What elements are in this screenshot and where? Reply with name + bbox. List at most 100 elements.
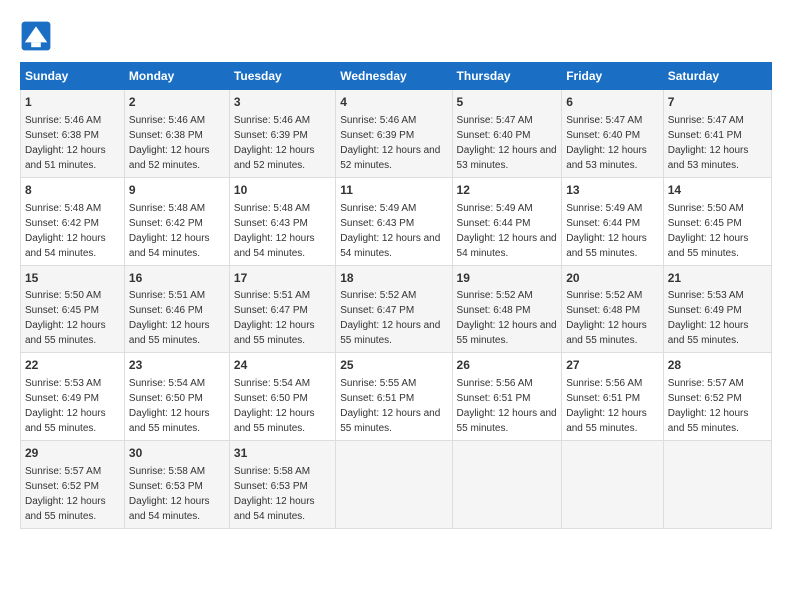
sunrise-text: Sunrise: 5:48 AM (129, 203, 205, 214)
calendar-cell: 8 Sunrise: 5:48 AM Sunset: 6:42 PM Daylight… (21, 177, 125, 265)
day-number: 11 (340, 182, 447, 199)
sunrise-text: Sunrise: 5:52 AM (457, 290, 533, 301)
day-number: 5 (457, 94, 558, 111)
day-number: 23 (129, 357, 225, 374)
sunrise-text: Sunrise: 5:54 AM (129, 378, 205, 389)
calendar-cell: 11Sunrise: 5:49 AMSunset: 6:43 PMDayligh… (336, 177, 452, 265)
calendar-cell (562, 441, 664, 529)
sunrise-text: Sunrise: 5:48 AM (25, 203, 101, 214)
daylight-text: Daylight: 12 hours and 53 minutes. (566, 145, 647, 171)
calendar-cell: 10Sunrise: 5:48 AMSunset: 6:43 PMDayligh… (229, 177, 335, 265)
sunset-text: Sunset: 6:42 PM (25, 218, 99, 229)
daylight-text: Daylight: 12 hours and 54 minutes. (457, 233, 557, 259)
calendar-cell: 13Sunrise: 5:49 AMSunset: 6:44 PMDayligh… (562, 177, 664, 265)
day-number: 19 (457, 270, 558, 287)
sunrise-text: Sunrise: 5:56 AM (566, 378, 642, 389)
sunrise-text: Sunrise: 5:58 AM (129, 466, 205, 477)
sunset-text: Sunset: 6:50 PM (129, 393, 203, 404)
sunset-text: Sunset: 6:39 PM (234, 130, 308, 141)
sunrise-text: Sunrise: 5:55 AM (340, 378, 416, 389)
sunset-text: Sunset: 6:44 PM (566, 218, 640, 229)
day-number: 21 (668, 270, 767, 287)
sunset-text: Sunset: 6:47 PM (340, 305, 414, 316)
day-number: 24 (234, 357, 331, 374)
sunrise-text: Sunrise: 5:46 AM (25, 115, 101, 126)
sunrise-text: Sunrise: 5:53 AM (668, 290, 744, 301)
calendar-cell: 7Sunrise: 5:47 AMSunset: 6:41 PMDaylight… (663, 90, 771, 178)
day-number: 2 (129, 94, 225, 111)
sunrise-text: Sunrise: 5:51 AM (234, 290, 310, 301)
daylight-text: Daylight: 12 hours and 54 minutes. (234, 233, 315, 259)
calendar-week-row: 15Sunrise: 5:50 AMSunset: 6:45 PMDayligh… (21, 265, 772, 353)
calendar-cell: 4Sunrise: 5:46 AMSunset: 6:39 PMDaylight… (336, 90, 452, 178)
sunrise-text: Sunrise: 5:50 AM (25, 290, 101, 301)
sunset-text: Sunset: 6:38 PM (25, 130, 99, 141)
calendar-cell (452, 441, 562, 529)
daylight-text: Daylight: 12 hours and 55 minutes. (566, 233, 647, 259)
day-number: 20 (566, 270, 659, 287)
calendar-cell: 9Sunrise: 5:48 AMSunset: 6:42 PMDaylight… (124, 177, 229, 265)
sunset-text: Sunset: 6:43 PM (340, 218, 414, 229)
daylight-text: Daylight: 12 hours and 55 minutes. (340, 408, 440, 434)
sunrise-text: Sunrise: 5:47 AM (457, 115, 533, 126)
calendar-week-row: 29Sunrise: 5:57 AMSunset: 6:52 PMDayligh… (21, 441, 772, 529)
sunset-text: Sunset: 6:49 PM (668, 305, 742, 316)
day-number: 10 (234, 182, 331, 199)
daylight-text: Daylight: 12 hours and 54 minutes. (25, 233, 106, 259)
sunrise-text: Sunrise: 5:52 AM (566, 290, 642, 301)
sunset-text: Sunset: 6:40 PM (566, 130, 640, 141)
daylight-text: Daylight: 12 hours and 55 minutes. (566, 408, 647, 434)
day-number: 14 (668, 182, 767, 199)
daylight-text: Daylight: 12 hours and 53 minutes. (668, 145, 749, 171)
day-number: 8 (25, 182, 120, 199)
calendar-cell: 12Sunrise: 5:49 AMSunset: 6:44 PMDayligh… (452, 177, 562, 265)
sunset-text: Sunset: 6:39 PM (340, 130, 414, 141)
day-number: 22 (25, 357, 120, 374)
calendar-cell: 2Sunrise: 5:46 AMSunset: 6:38 PMDaylight… (124, 90, 229, 178)
day-number: 3 (234, 94, 331, 111)
day-number: 26 (457, 357, 558, 374)
calendar-cell: 5Sunrise: 5:47 AMSunset: 6:40 PMDaylight… (452, 90, 562, 178)
daylight-text: Daylight: 12 hours and 55 minutes. (25, 408, 106, 434)
day-number: 29 (25, 445, 120, 462)
daylight-text: Daylight: 12 hours and 54 minutes. (129, 496, 210, 522)
sunset-text: Sunset: 6:48 PM (457, 305, 531, 316)
sunset-text: Sunset: 6:47 PM (234, 305, 308, 316)
calendar-cell: 16Sunrise: 5:51 AMSunset: 6:46 PMDayligh… (124, 265, 229, 353)
day-number: 13 (566, 182, 659, 199)
sunset-text: Sunset: 6:51 PM (340, 393, 414, 404)
daylight-text: Daylight: 12 hours and 55 minutes. (668, 320, 749, 346)
sunrise-text: Sunrise: 5:58 AM (234, 466, 310, 477)
daylight-text: Daylight: 12 hours and 52 minutes. (340, 145, 440, 171)
weekday-header: Monday (124, 63, 229, 90)
day-number: 17 (234, 270, 331, 287)
sunset-text: Sunset: 6:51 PM (566, 393, 640, 404)
sunrise-text: Sunrise: 5:53 AM (25, 378, 101, 389)
day-number: 16 (129, 270, 225, 287)
daylight-text: Daylight: 12 hours and 55 minutes. (340, 320, 440, 346)
calendar-cell: 20Sunrise: 5:52 AMSunset: 6:48 PMDayligh… (562, 265, 664, 353)
logo-icon (20, 20, 52, 52)
sunset-text: Sunset: 6:50 PM (234, 393, 308, 404)
sunrise-text: Sunrise: 5:52 AM (340, 290, 416, 301)
weekday-header: Tuesday (229, 63, 335, 90)
sunrise-text: Sunrise: 5:57 AM (668, 378, 744, 389)
sunrise-text: Sunrise: 5:56 AM (457, 378, 533, 389)
page-header (20, 20, 772, 52)
daylight-text: Daylight: 12 hours and 53 minutes. (457, 145, 557, 171)
sunset-text: Sunset: 6:53 PM (234, 481, 308, 492)
sunrise-text: Sunrise: 5:54 AM (234, 378, 310, 389)
daylight-text: Daylight: 12 hours and 55 minutes. (129, 408, 210, 434)
sunset-text: Sunset: 6:44 PM (457, 218, 531, 229)
sunrise-text: Sunrise: 5:49 AM (457, 203, 533, 214)
calendar-cell: 28Sunrise: 5:57 AMSunset: 6:52 PMDayligh… (663, 353, 771, 441)
logo (20, 20, 56, 52)
day-number: 31 (234, 445, 331, 462)
calendar-cell: 27Sunrise: 5:56 AMSunset: 6:51 PMDayligh… (562, 353, 664, 441)
sunset-text: Sunset: 6:43 PM (234, 218, 308, 229)
sunset-text: Sunset: 6:52 PM (25, 481, 99, 492)
day-number: 25 (340, 357, 447, 374)
sunset-text: Sunset: 6:41 PM (668, 130, 742, 141)
sunset-text: Sunset: 6:45 PM (668, 218, 742, 229)
weekday-header: Thursday (452, 63, 562, 90)
